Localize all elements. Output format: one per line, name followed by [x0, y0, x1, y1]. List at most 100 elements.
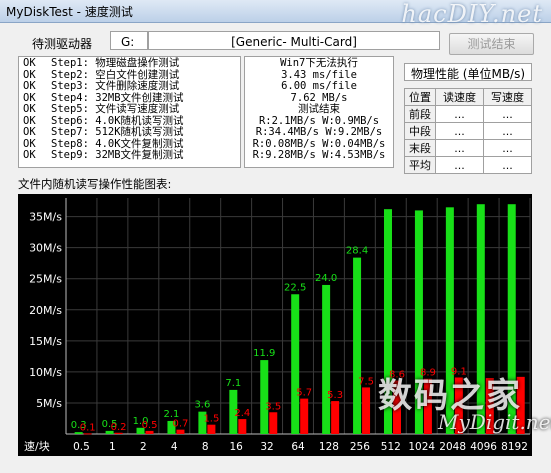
bar-value-label-red: 5.7 [296, 388, 312, 399]
bar-value-label-green: 28.4 [346, 246, 368, 257]
bar-value-label-green: 11.9 [253, 348, 275, 359]
chart-caption: 文件内随机读写操作性能图表: [18, 177, 172, 191]
x-axis-label: 速/块 [24, 440, 50, 453]
watermark-logo-top: hacDIY.net [401, 0, 543, 28]
bar-value-label-green: 3.6 [194, 400, 210, 411]
bar-read-red [176, 429, 185, 434]
y-tick-label: 20M/s [29, 304, 62, 317]
x-tick-label: 4 [171, 441, 178, 453]
perf-title: 物理性能 (单位MB/s) [410, 67, 526, 81]
bar-value-label-red: 0.5 [142, 420, 158, 431]
x-tick-label: 4096 [470, 441, 497, 453]
bar-read-red [269, 412, 278, 434]
perf-row: 平均 ... ... [404, 156, 532, 174]
bar-value-label-green: 7.1 [225, 378, 241, 389]
y-tick-label: 30M/s [29, 242, 62, 255]
step-status: OK [23, 126, 36, 138]
y-tick-label: 15M/s [29, 335, 62, 348]
x-tick-label: 16 [229, 441, 243, 453]
y-tick-label: 25M/s [29, 273, 62, 286]
perf-pos: 末段 [404, 139, 436, 157]
x-tick-label: 256 [350, 441, 370, 453]
step-text: Step2: 空白文件创建测试 [51, 68, 180, 81]
perf-row: 中段 ... ... [404, 122, 532, 140]
x-tick-label: 2048 [439, 441, 466, 453]
drive-letter-field: G: [110, 31, 148, 50]
bar-read-red [145, 430, 154, 434]
test-end-button[interactable]: 测试结束 [449, 33, 534, 55]
result-row: R:34.4MB/s W:9.2MB/s [255, 126, 383, 138]
perf-header-row: 位置 读速度 写速度 [404, 88, 532, 106]
step-status: OK [23, 103, 36, 115]
watermark-mydigit-url: MyDigit.net [438, 410, 551, 434]
result-row: 测试结束 [298, 103, 340, 115]
x-tick-label: 8 [202, 441, 209, 453]
perf-table: 位置 读速度 写速度 前段 ... ... 中段 ... ... 末段 ... … [404, 88, 532, 174]
title-bar: MyDiskTest - 速度测试 hacDIY.net [0, 0, 551, 28]
x-tick-label: 512 [381, 441, 401, 453]
step-text: Step1: 物理磁盘操作测试 [51, 57, 180, 69]
y-tick-label: 10M/s [29, 366, 62, 379]
bar-value-label-red: 7.5 [358, 376, 374, 387]
result-row: R:9.28MB/s W:4.53MB/s [252, 149, 386, 161]
perf-write: ... [483, 122, 532, 140]
bar-value-label-red: 0.7 [173, 419, 189, 430]
bar-value-label-green: 22.5 [284, 282, 306, 293]
perf-header-pos: 位置 [404, 88, 436, 106]
y-tick-label: 5M/s [36, 397, 62, 410]
perf-title-box: 物理性能 (单位MB/s) [404, 63, 532, 81]
step-text: Step7: 512K随机读写测试 [51, 126, 184, 138]
result-row: Win7下无法执行 [280, 57, 358, 69]
x-tick-label: 0.5 [73, 441, 90, 453]
x-tick-label: 1 [109, 441, 116, 453]
step-text: Step9: 32MB文件复制测试 [51, 149, 184, 161]
step-row: OK Step9: 32MB文件复制测试 [23, 149, 184, 162]
bar-read-red [114, 432, 123, 434]
perf-pos: 前段 [404, 105, 436, 123]
perf-row: 末段 ... ... [404, 139, 532, 157]
bar-value-label-red: 3.5 [265, 401, 281, 412]
bar-read-red [207, 424, 216, 434]
perf-write: ... [483, 156, 532, 174]
results-list: Win7下无法执行 3.43 ms/file 6.00 ms/file 7.62 MB… [244, 56, 394, 168]
perf-read: ... [435, 139, 484, 157]
step-text: Step5: 文件读写速度测试 [51, 103, 180, 115]
y-tick-label: 35M/s [29, 211, 62, 224]
bar-write-green [322, 284, 331, 434]
perf-read: ... [435, 156, 484, 174]
bar-write-green [260, 360, 269, 434]
perf-pos: 中段 [404, 122, 436, 140]
device-name-field: [Generic- Multi-Card] [148, 31, 440, 50]
step-text: Step8: 4.0K文件复制测试 [51, 137, 184, 150]
bar-read-red [300, 398, 309, 434]
bar-value-label-red: 2.4 [234, 408, 250, 419]
window-title: MyDiskTest - 速度测试 [6, 5, 133, 19]
perf-header-write: 写速度 [483, 88, 532, 106]
bar-value-label-red: 0.1 [80, 422, 96, 433]
step-status: OK [23, 80, 36, 92]
x-tick-label: 32 [260, 441, 273, 453]
step-text: Step3: 文件删除速度测试 [51, 80, 180, 92]
drive-letter: G: [121, 35, 135, 49]
x-tick-label: 8192 [501, 441, 528, 453]
perf-write: ... [483, 139, 532, 157]
step-text: Step6: 4.0K随机读写测试 [51, 114, 184, 127]
bar-read-red [362, 387, 371, 434]
perf-read: ... [435, 105, 484, 123]
bar-read-red [331, 401, 340, 434]
bar-value-label-green: 24.0 [315, 273, 337, 284]
x-tick-label: 128 [319, 441, 339, 453]
perf-row: 前段 ... ... [404, 105, 532, 123]
step-status: OK [23, 149, 36, 161]
step-status: OK [23, 57, 36, 69]
x-tick-label: 2 [140, 441, 147, 453]
perf-pos: 平均 [404, 156, 436, 174]
perf-header-read: 读速度 [435, 88, 484, 106]
bar-value-label-red: 0.2 [111, 422, 127, 433]
bar-value-label-red: 5.3 [327, 390, 343, 401]
bar-read-red [83, 433, 92, 435]
steps-list: OK Step1: 物理磁盘操作测试 OK Step2: 空白文件创建测试 OK Step… [18, 56, 241, 168]
x-tick-label: 64 [291, 441, 305, 453]
drive-label: 待测驱动器 [32, 37, 93, 51]
perf-write: ... [483, 105, 532, 123]
